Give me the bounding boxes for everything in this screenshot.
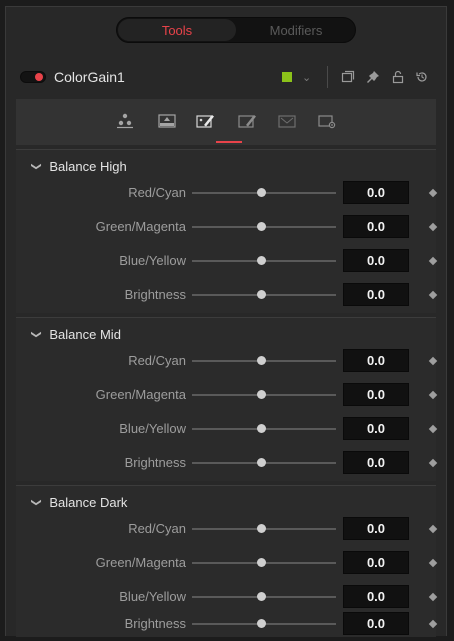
- color-balance-icon[interactable]: [194, 111, 216, 131]
- keyframe-icon[interactable]: [428, 256, 438, 266]
- reset-icon[interactable]: [413, 68, 431, 86]
- slider-handle[interactable]: [257, 424, 266, 433]
- tab-tools[interactable]: Tools: [118, 19, 236, 41]
- slider-handle[interactable]: [257, 592, 266, 601]
- slider-handle[interactable]: [257, 619, 266, 628]
- control-row-brightness: Brightness 0.0: [16, 446, 438, 480]
- value-field[interactable]: 0.0: [343, 181, 409, 204]
- control-row-green-magenta: Green/Magenta 0.0: [16, 546, 438, 580]
- chevron-down-icon: ❯: [30, 498, 42, 507]
- section-title: Balance Mid: [49, 327, 121, 342]
- value-field[interactable]: 0.0: [343, 249, 409, 272]
- slider-handle[interactable]: [257, 356, 266, 365]
- keyframe-icon[interactable]: [428, 290, 438, 300]
- slider-handle[interactable]: [257, 290, 266, 299]
- chevron-down-icon: ❯: [30, 162, 42, 171]
- keyframe-icon[interactable]: [428, 424, 438, 434]
- keyframe-icon[interactable]: [428, 188, 438, 198]
- control-label: Blue/Yellow: [119, 253, 186, 268]
- pin-icon[interactable]: [364, 68, 382, 86]
- control-label: Red/Cyan: [128, 521, 186, 536]
- chevron-down-icon: ❯: [30, 330, 42, 339]
- saturation-icon[interactable]: [156, 111, 178, 131]
- value-field[interactable]: 0.0: [343, 283, 409, 306]
- value-field[interactable]: 0.0: [343, 349, 409, 372]
- tab-modifiers[interactable]: Modifiers: [237, 18, 355, 42]
- power-toggle-icon[interactable]: [20, 71, 46, 83]
- active-tab-indicator: [216, 141, 242, 143]
- section-title: Balance Dark: [49, 495, 128, 510]
- keyframe-icon[interactable]: [428, 222, 438, 232]
- keyframe-icon[interactable]: [428, 558, 438, 568]
- ranges-icon[interactable]: [276, 111, 298, 131]
- color-swatch-icon: [282, 72, 292, 82]
- control-label: Green/Magenta: [95, 555, 186, 570]
- control-label: Green/Magenta: [95, 219, 186, 234]
- lock-icon[interactable]: [389, 68, 407, 86]
- control-tab-strip: [16, 99, 436, 145]
- keyframe-icon[interactable]: [428, 390, 438, 400]
- mode-switch: Tools Modifiers: [116, 17, 356, 43]
- keyframe-icon[interactable]: [428, 619, 438, 629]
- slider-handle[interactable]: [257, 458, 266, 467]
- value-field[interactable]: 0.0: [343, 585, 409, 608]
- window-icon[interactable]: [339, 68, 357, 86]
- tool-name[interactable]: ColorGain1: [54, 69, 125, 85]
- value-field[interactable]: 0.0: [343, 451, 409, 474]
- settings-icon[interactable]: [316, 111, 338, 131]
- control-label: Brightness: [124, 616, 186, 631]
- slider-handle[interactable]: [257, 390, 266, 399]
- slider-handle[interactable]: [257, 558, 266, 567]
- hue-icon[interactable]: [236, 111, 258, 131]
- value-field[interactable]: 0.0: [343, 517, 409, 540]
- control-label: Brightness: [124, 287, 186, 302]
- slider-handle[interactable]: [257, 222, 266, 231]
- value-field[interactable]: 0.0: [343, 417, 409, 440]
- value-field[interactable]: 0.0: [343, 612, 409, 635]
- value-field[interactable]: 0.0: [343, 383, 409, 406]
- keyframe-icon[interactable]: [428, 524, 438, 534]
- section-header[interactable]: ❯ Balance Dark: [30, 495, 128, 510]
- chevron-down-icon: ⌄: [302, 71, 312, 84]
- color-swatch-dropdown[interactable]: ⌄: [282, 71, 311, 84]
- section-balance-mid: ❯ Balance Mid Red/Cyan 0.0 Green/Magenta…: [16, 317, 438, 481]
- inspector-panel: Tools Modifiers ColorGain1 ⌄ ❯ Balance H…: [5, 6, 447, 637]
- tool-header: ColorGain1 ⌄: [6, 57, 446, 97]
- control-label: Blue/Yellow: [119, 421, 186, 436]
- control-label: Green/Magenta: [95, 387, 186, 402]
- control-row-green-magenta: Green/Magenta 0.0: [16, 210, 438, 244]
- section-header[interactable]: ❯ Balance Mid: [30, 327, 121, 342]
- gain-icon[interactable]: [114, 111, 136, 131]
- control-label: Red/Cyan: [128, 185, 186, 200]
- section-header[interactable]: ❯ Balance High: [30, 159, 127, 174]
- section-balance-dark: ❯ Balance Dark Red/Cyan 0.0 Green/Magent…: [16, 485, 438, 637]
- control-label: Blue/Yellow: [119, 589, 186, 604]
- value-field[interactable]: 0.0: [343, 551, 409, 574]
- control-row-red-cyan: Red/Cyan 0.0: [16, 512, 438, 546]
- section-title: Balance High: [49, 159, 127, 174]
- control-label: Red/Cyan: [128, 353, 186, 368]
- section-balance-high: ❯ Balance High Red/Cyan 0.0 Green/Magent…: [16, 149, 438, 313]
- value-field[interactable]: 0.0: [343, 215, 409, 238]
- control-row-red-cyan: Red/Cyan 0.0: [16, 176, 438, 210]
- control-row-brightness: Brightness 0.0: [16, 278, 438, 312]
- keyframe-icon[interactable]: [428, 592, 438, 602]
- slider-handle[interactable]: [257, 524, 266, 533]
- control-row-red-cyan: Red/Cyan 0.0: [16, 344, 438, 378]
- control-row-blue-yellow: Blue/Yellow 0.0: [16, 412, 438, 446]
- keyframe-icon[interactable]: [428, 458, 438, 468]
- control-label: Brightness: [124, 455, 186, 470]
- keyframe-icon[interactable]: [428, 356, 438, 366]
- slider-handle[interactable]: [257, 188, 266, 197]
- control-row-blue-yellow: Blue/Yellow 0.0: [16, 244, 438, 278]
- control-row-green-magenta: Green/Magenta 0.0: [16, 378, 438, 412]
- header-divider: [327, 66, 328, 88]
- slider-handle[interactable]: [257, 256, 266, 265]
